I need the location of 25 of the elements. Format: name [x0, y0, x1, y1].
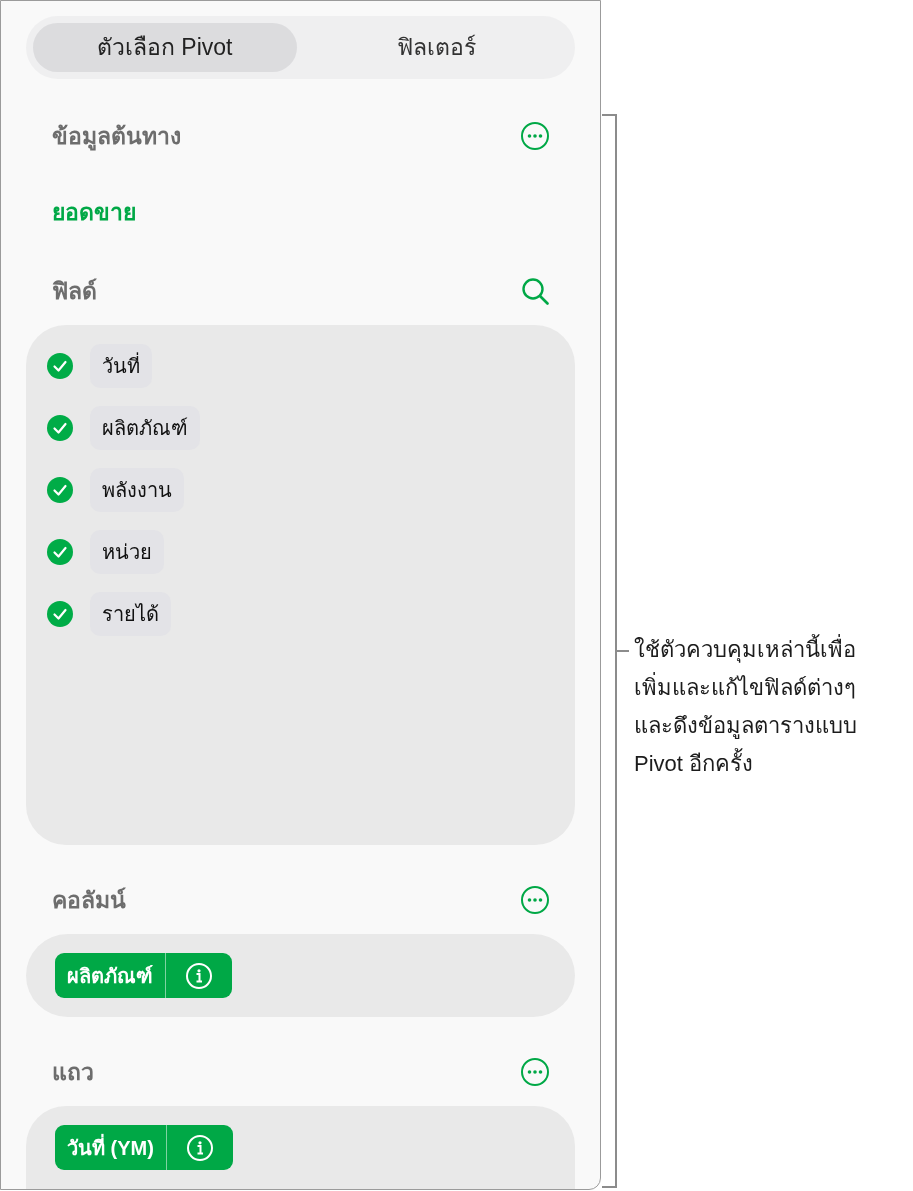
section-heading: แถว: [52, 1057, 94, 1087]
section-heading: ฟิลด์: [52, 277, 97, 307]
tab[interactable]: ฟิลเตอร์: [304, 23, 568, 73]
more-icon[interactable]: [521, 886, 549, 914]
section-heading: คอลัมน์: [52, 885, 126, 915]
field-chip[interactable]: วันที่: [90, 344, 152, 389]
info-button[interactable]: [166, 953, 232, 998]
info-button[interactable]: [166, 1125, 233, 1170]
check-circle-icon[interactable]: [47, 477, 73, 504]
field-chip[interactable]: ผลิตภัณฑ์: [90, 406, 200, 451]
section-heading: ข้อมูลต้นทาง: [52, 121, 181, 153]
more-icon[interactable]: [521, 122, 549, 151]
field-chip[interactable]: พลังงาน: [90, 468, 184, 513]
more-icon[interactable]: [521, 1058, 549, 1086]
search-icon[interactable]: [521, 277, 549, 306]
check-circle-icon[interactable]: [47, 353, 73, 380]
callout-text: ใช้ตัวควบคุมเหล่านี้เพื่อ เพิ่มและแก้ไขฟิลด์ต่างๆ และดึงข้อมูลตารางแบบ Pivot อีกครั้ง: [634, 631, 857, 783]
check-circle-icon[interactable]: [47, 539, 73, 566]
field-chip[interactable]: หน่วย: [90, 530, 164, 575]
info-icon: [186, 1134, 213, 1161]
info-icon: [186, 962, 212, 989]
check-circle-icon[interactable]: [47, 601, 73, 628]
field-chip[interactable]: รายได้: [90, 592, 171, 637]
tab[interactable]: ตัวเลือก Pivot: [33, 23, 297, 73]
check-circle-icon[interactable]: [47, 415, 73, 442]
